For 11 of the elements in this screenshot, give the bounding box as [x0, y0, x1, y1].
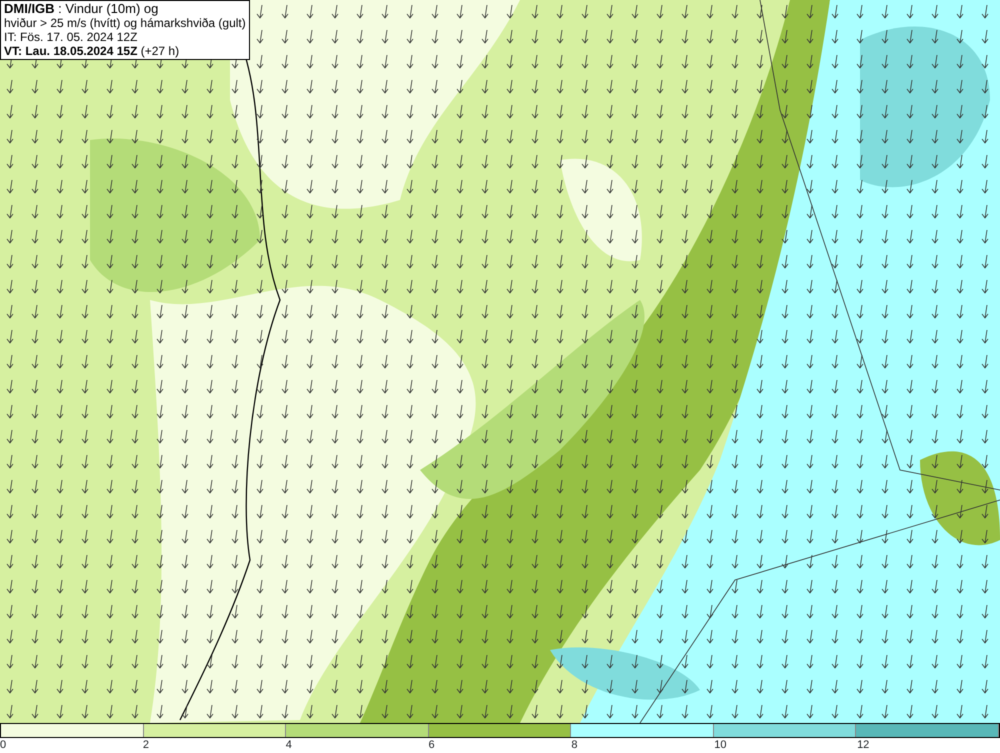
header-line: DMI/IGB : Vindur (10m) og	[4, 2, 160, 16]
header-line: VT: Lau. 18.05.2024 15Z (+27 h)	[4, 44, 180, 58]
legend-tick-label: 10	[714, 739, 726, 751]
legend-tick-label: 12	[857, 739, 870, 751]
header-line: IT: Fös. 17. 05. 2024 12Z	[4, 30, 138, 44]
legend-tick-label: 0	[0, 739, 6, 751]
header-line: hviður > 25 m/s (hvítt) og hámarkshviða (gult)	[4, 16, 246, 30]
legend-tick-label: 8	[571, 739, 578, 751]
legend-tick-label: 4	[286, 739, 292, 751]
legend-tick-label: 2	[142, 739, 149, 751]
legend-tick-label: 6	[428, 739, 435, 751]
